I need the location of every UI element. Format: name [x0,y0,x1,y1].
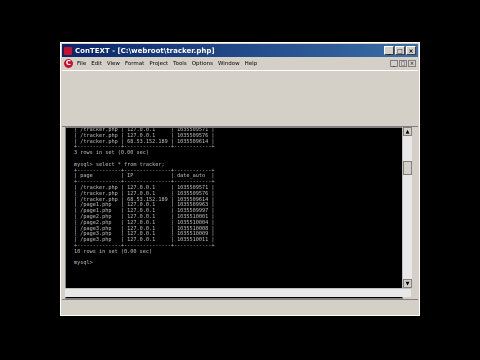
window-title: ConTEXT - [C:\webroot\tracker.php] [75,46,215,55]
menu-options[interactable]: Options [192,61,213,67]
contxt-window: ConTEXT - [C:\webroot\tracker.php] _ □ ×… [60,42,420,316]
close-button[interactable]: × [406,46,416,55]
menu-file[interactable]: File [77,61,86,67]
doc-close-button[interactable]: × [408,60,416,67]
menu-view[interactable]: View [107,61,120,67]
menu-window[interactable]: Window [218,61,240,67]
menu-format[interactable]: Format [125,61,144,67]
menu-project[interactable]: Project [149,61,168,67]
menu-edit[interactable]: Edit [91,61,102,67]
doc-minimize-button[interactable]: _ [390,60,398,67]
minimize-button[interactable]: _ [384,46,394,55]
maximize-button[interactable]: □ [395,46,405,55]
console-lines: | /tracker.php | 127.0.0.1 | 1035509571 … [66,128,402,267]
menu-bar: C File Edit View Format Project Tools Op… [62,58,418,69]
app-icon [64,46,72,55]
scroll-down-icon[interactable]: ▼ [403,279,412,288]
status-bar [62,299,418,314]
horizontal-scrollbar[interactable] [65,288,411,297]
scroll-thumb[interactable] [403,161,412,175]
menu-help[interactable]: Help [245,61,258,67]
toolbar-area [62,70,418,127]
doc-restore-button[interactable]: □ [399,60,407,67]
console-output[interactable]: | /tracker.php | 127.0.0.1 | 1035509571 … [65,127,403,299]
context-logo-icon: C [64,59,73,68]
vertical-scrollbar[interactable]: ▲ ▼ [402,127,412,288]
title-bar[interactable]: ConTEXT - [C:\webroot\tracker.php] _ □ × [62,44,418,57]
console-line: mysql> [74,260,93,267]
scroll-up-icon[interactable]: ▲ [403,127,412,136]
menu-tools[interactable]: Tools [173,61,187,67]
